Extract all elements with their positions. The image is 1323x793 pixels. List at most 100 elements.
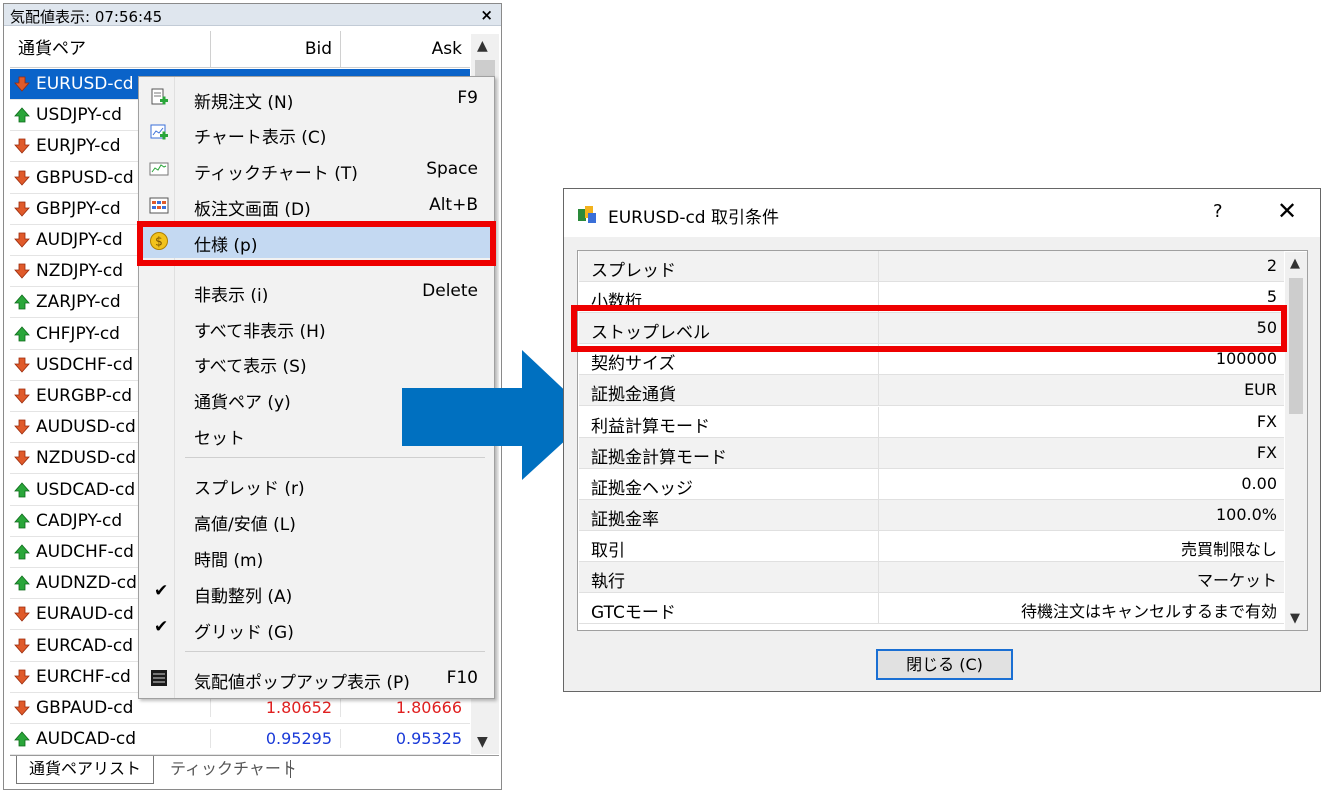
spec-row[interactable]: 利益計算モード FX (579, 406, 1284, 438)
tab-symbol-list[interactable]: 通貨ペアリスト (16, 756, 154, 784)
spec-key: 利益計算モード (591, 416, 710, 437)
spec-key: 取引 (591, 540, 625, 561)
menu-item[interactable]: 非表示 (i) Delete (141, 274, 492, 308)
scroll-up-icon[interactable]: ▲ (477, 38, 488, 54)
spec-value: 2 (1266, 256, 1277, 275)
spec-value: EUR (1244, 380, 1277, 400)
menu-item[interactable]: ✔ グリッド (G) (141, 611, 492, 645)
spec-key: 証拠金ヘッジ (591, 478, 693, 499)
market-watch-titlebar: 気配値表示: 07:56:45 × (4, 4, 501, 26)
column-header-bid[interactable]: Bid (210, 31, 340, 68)
spec-row[interactable]: GTCモード 待機注文はキャンセルするまで有効 (579, 593, 1284, 625)
close-button[interactable]: 閉じる (C) (876, 649, 1013, 680)
spec-key: スプレッド (591, 261, 676, 281)
menu-item-label: セット (194, 429, 245, 449)
symbol-name: GBPUSD-cd (36, 167, 134, 188)
dialog-title: EURUSD-cd 取引条件 (608, 208, 779, 228)
symbol-name: ZARJPY-cd (36, 292, 121, 313)
menu-item-label: 気配値ポップアップ表示 (P) (194, 673, 410, 693)
spec-value: FX (1256, 411, 1277, 431)
menu-item-shortcut: F10 (446, 668, 478, 688)
column-header-symbol[interactable]: 通貨ペア (18, 31, 208, 68)
menu-item-shortcut: Alt+B (429, 195, 478, 215)
tab-tick-chart[interactable]: ティックチャート (158, 756, 309, 784)
dialog-titlebar: EURUSD-cd 取引条件 ? ✕ (564, 189, 1320, 237)
spec-value: 100.0% (1215, 504, 1277, 524)
price-up-arrow-icon (14, 107, 30, 123)
price-up-arrow-icon (14, 731, 30, 747)
spec-row[interactable]: 証拠金ヘッジ 0.00 (579, 468, 1284, 500)
spec-key: 証拠金率 (591, 509, 659, 530)
price-down-arrow-icon (14, 606, 30, 622)
menu-item[interactable]: すべて非表示 (H) (141, 310, 492, 344)
price-down-arrow-icon (14, 669, 30, 685)
symbol-name: CADJPY-cd (36, 510, 123, 531)
menu-item-label: 自動整列 (A) (194, 587, 293, 607)
menu-item[interactable]: 高値/安値 (L) (141, 503, 492, 537)
scroll-down-icon[interactable]: ▼ (477, 734, 488, 750)
dialog-scrollbar[interactable]: ▲ ▼ (1285, 252, 1307, 630)
price-down-arrow-icon (14, 263, 30, 279)
highlight-box-specification (137, 221, 496, 266)
scroll-down-icon[interactable]: ▼ (1290, 611, 1300, 626)
price-up-arrow-icon (14, 513, 30, 529)
menu-item-label: スプレッド (r) (194, 479, 305, 499)
symbol-row[interactable]: AUDCAD-cd 0.95295 0.95325 (10, 724, 470, 756)
spec-value: 5 (1266, 287, 1277, 307)
price-down-arrow-icon (14, 419, 30, 435)
menu-item[interactable]: 時間 (m) (141, 539, 492, 573)
price-down-arrow-icon (14, 450, 30, 466)
symbol-name: NZDUSD-cd (36, 448, 137, 469)
scroll-thumb[interactable] (1289, 278, 1303, 414)
symbol-name: EURJPY-cd (36, 136, 121, 157)
symbol-name: GBPAUD-cd (36, 698, 134, 718)
spec-row[interactable]: 証拠金率 100.0% (579, 499, 1284, 531)
menu-item[interactable]: ティックチャート (T) Space (141, 152, 492, 186)
price-down-arrow-icon (14, 138, 30, 154)
scroll-up-icon[interactable]: ▲ (1290, 256, 1300, 271)
spec-row[interactable]: スプレッド 2 (579, 251, 1284, 282)
checkmark-icon: ✔ (154, 617, 169, 637)
menu-item-label: 非表示 (i) (194, 286, 269, 306)
menu-item[interactable]: 気配値ポップアップ表示 (P) F10 (141, 661, 492, 695)
symbol-name: EURCHF-cd (36, 666, 131, 687)
symbol-name: AUDNZD-cd (36, 573, 137, 594)
symbol-name: CHFJPY-cd (36, 323, 120, 344)
spec-row[interactable]: 取引 売買制限なし (579, 530, 1284, 562)
price-up-arrow-icon (14, 575, 30, 591)
menu-item-label: すべて非表示 (H) (194, 322, 326, 342)
price-down-arrow-icon (14, 232, 30, 248)
dialog-close-icon[interactable]: ✕ (1277, 197, 1297, 225)
spec-row[interactable]: 証拠金通貨 EUR (579, 375, 1284, 407)
close-icon[interactable]: × (480, 6, 493, 24)
menu-item-shortcut: Space (426, 159, 478, 179)
menu-item-label: 新規注文 (N) (194, 93, 294, 113)
menu-item[interactable]: チャート表示 (C) (141, 116, 492, 150)
price-down-arrow-icon (14, 201, 30, 217)
menu-item[interactable]: 板注文画面 (D) Alt+B (141, 188, 492, 222)
menu-item-shortcut: F9 (457, 88, 478, 108)
column-header-ask[interactable]: Ask (340, 31, 470, 68)
symbol-name: GBPJPY-cd (36, 198, 121, 219)
menu-item-shortcut: Delete (422, 281, 478, 301)
menu-item-label: グリッド (G) (194, 623, 294, 643)
depth-of-market-icon (149, 197, 169, 214)
spec-value: マーケット (1196, 571, 1277, 590)
menu-item-label: チャート表示 (C) (194, 128, 327, 148)
checkmark-icon: ✔ (154, 581, 169, 601)
menu-item[interactable]: 新規注文 (N) F9 (141, 81, 492, 115)
spec-value: 待機注文はキャンセルするまで有効 (1020, 602, 1277, 622)
spec-row[interactable]: 執行 マーケット (579, 562, 1284, 593)
spec-value: FX (1256, 442, 1277, 462)
spec-row[interactable]: 証拠金計算モード FX (579, 437, 1284, 469)
symbol-name: EURGBP-cd (36, 386, 132, 406)
help-icon[interactable]: ? (1213, 201, 1223, 222)
menu-item[interactable]: ✔ 自動整列 (A) (141, 575, 492, 609)
spec-key: 契約サイズ (591, 354, 676, 375)
symbol-properties-icon (578, 206, 596, 223)
chart-window-icon (150, 124, 168, 140)
menu-item-label: ティックチャート (T) (194, 164, 358, 184)
symbol-name: USDJPY-cd (36, 105, 122, 126)
menu-separator (185, 651, 485, 652)
tab-separator (290, 760, 291, 778)
